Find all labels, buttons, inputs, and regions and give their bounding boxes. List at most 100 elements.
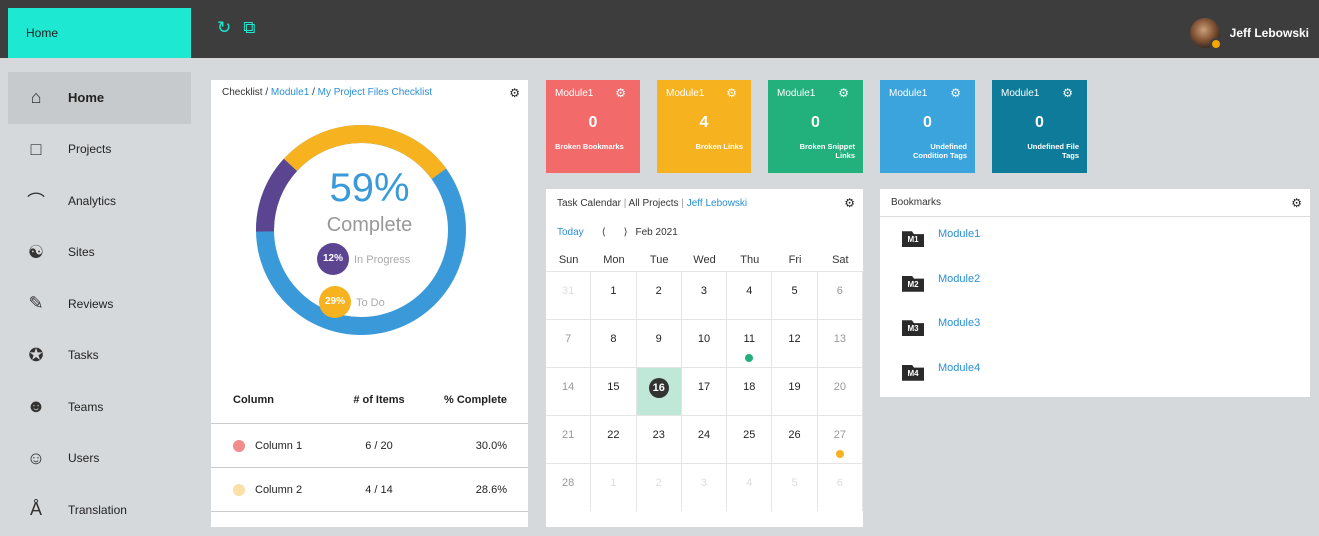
- today-marker: 16: [648, 378, 669, 398]
- pen-icon: ✎: [28, 293, 44, 314]
- bookmarks-title: Bookmarks: [880, 189, 1310, 217]
- calendar-day[interactable]: 6: [817, 271, 863, 319]
- calendar-day[interactable]: 14: [546, 367, 592, 415]
- next-month-button[interactable]: ⟩: [624, 227, 628, 238]
- top-bar: Home ↻ ⧉ Jeff Lebowski: [0, 0, 1319, 58]
- bookmark-item[interactable]: M1 Module1: [880, 217, 1310, 262]
- tile-undefined-condition-tags[interactable]: Module1 ⚙ 0 Undefined Condition Tags: [880, 80, 975, 173]
- checklist-table: Column # of Items % Complete Column 1 6 …: [211, 376, 528, 512]
- bookmark-item[interactable]: M4 Module4: [880, 351, 1310, 396]
- calendar-day[interactable]: 5: [772, 463, 818, 511]
- sidebar-item-sites[interactable]: ☯ Sites: [8, 227, 191, 279]
- bookmark-item[interactable]: M2 Module2: [880, 262, 1310, 307]
- calendar-day[interactable]: 12: [772, 319, 818, 367]
- breadcrumb-module[interactable]: Module1: [271, 87, 309, 98]
- event-dot[interactable]: [835, 450, 844, 458]
- sidebar-item-label: Reviews: [68, 296, 114, 311]
- sidebar-item-home[interactable]: ⌂ Home: [8, 72, 191, 124]
- calendar-day[interactable]: 5: [772, 271, 818, 319]
- weekday-label: Wed: [693, 254, 716, 266]
- gear-icon[interactable]: ⚙: [844, 196, 855, 210]
- calendar-day[interactable]: 11: [727, 319, 773, 367]
- calendar-day[interactable]: 3: [681, 271, 728, 319]
- home-tab[interactable]: Home: [8, 8, 191, 58]
- gear-icon[interactable]: ⚙: [1062, 86, 1073, 100]
- calendar-project[interactable]: All Projects: [629, 198, 679, 209]
- calendar-user-link[interactable]: Jeff Lebowski: [687, 198, 747, 209]
- gear-icon[interactable]: ⚙: [950, 86, 961, 100]
- sidebar-item-analytics[interactable]: ⌒ Analytics: [8, 175, 191, 227]
- translate-icon: Å: [29, 499, 42, 520]
- folder-icon: M3: [902, 320, 924, 337]
- sidebar-item-users[interactable]: ☺ Users: [8, 433, 191, 485]
- calendar-day[interactable]: 3: [681, 463, 728, 511]
- calendar-week: 21 22 23 24 25 26 27: [546, 415, 863, 463]
- gear-icon[interactable]: ⚙: [509, 86, 520, 100]
- calendar-day[interactable]: 6: [817, 463, 863, 511]
- weekday-label: Tue: [649, 254, 669, 266]
- calendar-day[interactable]: 20: [817, 367, 863, 415]
- calendar-day[interactable]: 17: [681, 367, 728, 415]
- new-window-icon[interactable]: ⧉: [243, 18, 255, 38]
- calendar-day[interactable]: 23: [636, 415, 682, 463]
- gear-icon[interactable]: ⚙: [1291, 196, 1302, 210]
- sidebar-item-label: Teams: [68, 399, 104, 414]
- calendar-day[interactable]: 16: [636, 367, 682, 415]
- in-progress-badge: 12%: [317, 243, 349, 275]
- gear-icon[interactable]: ⚙: [726, 86, 737, 100]
- calendar-day[interactable]: 4: [727, 271, 773, 319]
- calendar-day[interactable]: 18: [727, 367, 773, 415]
- calendar-day[interactable]: 2: [636, 271, 682, 319]
- event-dot[interactable]: [745, 354, 754, 362]
- task-calendar-panel: Task Calendar | All Projects | Jeff Lebo…: [546, 189, 863, 527]
- calendar-day[interactable]: 2: [636, 463, 682, 511]
- bookmark-item[interactable]: M3 Module3: [880, 306, 1310, 351]
- calendar-day[interactable]: 15: [591, 367, 637, 415]
- breadcrumb-file[interactable]: My Project Files Checklist: [318, 87, 432, 98]
- avatar[interactable]: [1189, 18, 1222, 50]
- calendar-day[interactable]: 19: [772, 367, 818, 415]
- calendar-day[interactable]: 28: [546, 463, 592, 511]
- calendar-day[interactable]: 27: [817, 415, 863, 463]
- folder-icon: M2: [902, 275, 924, 292]
- table-row[interactable]: Column 1 6 / 20 30.0%: [211, 424, 528, 468]
- tile-undefined-file-tags[interactable]: Module1 ⚙ 0 Undefined File Tags: [992, 80, 1087, 173]
- calendar-day[interactable]: 13: [817, 319, 863, 367]
- user-menu[interactable]: Jeff Lebowski: [1189, 18, 1309, 50]
- tile-broken-snippet-links[interactable]: Module1 ⚙ 0 Broken Snippet Links: [768, 80, 863, 173]
- sidebar-item-teams[interactable]: ☻ Teams: [8, 381, 191, 433]
- calendar-day[interactable]: 26: [772, 415, 818, 463]
- refresh-icon[interactable]: ↻: [217, 18, 231, 38]
- calendar-day[interactable]: 4: [727, 463, 773, 511]
- calendar-day[interactable]: 31: [546, 271, 592, 319]
- sidebar-item-label: Users: [68, 451, 100, 466]
- calendar-day[interactable]: 24: [681, 415, 728, 463]
- calendar-day[interactable]: 9: [636, 319, 682, 367]
- calendar-day[interactable]: 22: [591, 415, 637, 463]
- calendar-day[interactable]: 25: [727, 415, 773, 463]
- calendar-day[interactable]: 1: [591, 463, 637, 511]
- breadcrumb-root[interactable]: Checklist: [222, 87, 263, 98]
- folder-icon: □: [30, 138, 42, 159]
- pin-icon: ✪: [28, 344, 44, 365]
- status-dot: [1209, 38, 1222, 50]
- sidebar-item-reviews[interactable]: ✎ Reviews: [8, 278, 191, 330]
- tile-broken-bookmarks[interactable]: Module1 ⚙ 0 Broken Bookmarks: [546, 80, 640, 173]
- calendar-day[interactable]: 10: [681, 319, 728, 367]
- calendar-breadcrumb: Task Calendar | All Projects | Jeff Lebo…: [557, 198, 748, 209]
- prev-month-button[interactable]: ⟨: [602, 227, 606, 238]
- calendar-day[interactable]: 8: [591, 319, 637, 367]
- sidebar-item-tasks[interactable]: ✪ Tasks: [8, 330, 191, 382]
- today-button[interactable]: Today: [557, 227, 584, 238]
- home-icon: ⌂: [30, 87, 42, 108]
- gear-icon[interactable]: ⚙: [615, 86, 626, 100]
- table-row[interactable]: Column 2 4 / 14 28.6%: [211, 468, 528, 512]
- tile-broken-links[interactable]: Module1 ⚙ 4 Broken Links: [657, 80, 751, 173]
- gear-icon[interactable]: ⚙: [838, 86, 849, 100]
- sidebar-item-translation[interactable]: Å Translation: [8, 484, 191, 536]
- calendar-day[interactable]: 21: [546, 415, 592, 463]
- calendar-day[interactable]: 7: [546, 319, 592, 367]
- in-progress-label: In Progress: [354, 254, 411, 266]
- calendar-day[interactable]: 1: [591, 271, 637, 319]
- sidebar-item-projects[interactable]: □ Projects: [8, 124, 191, 176]
